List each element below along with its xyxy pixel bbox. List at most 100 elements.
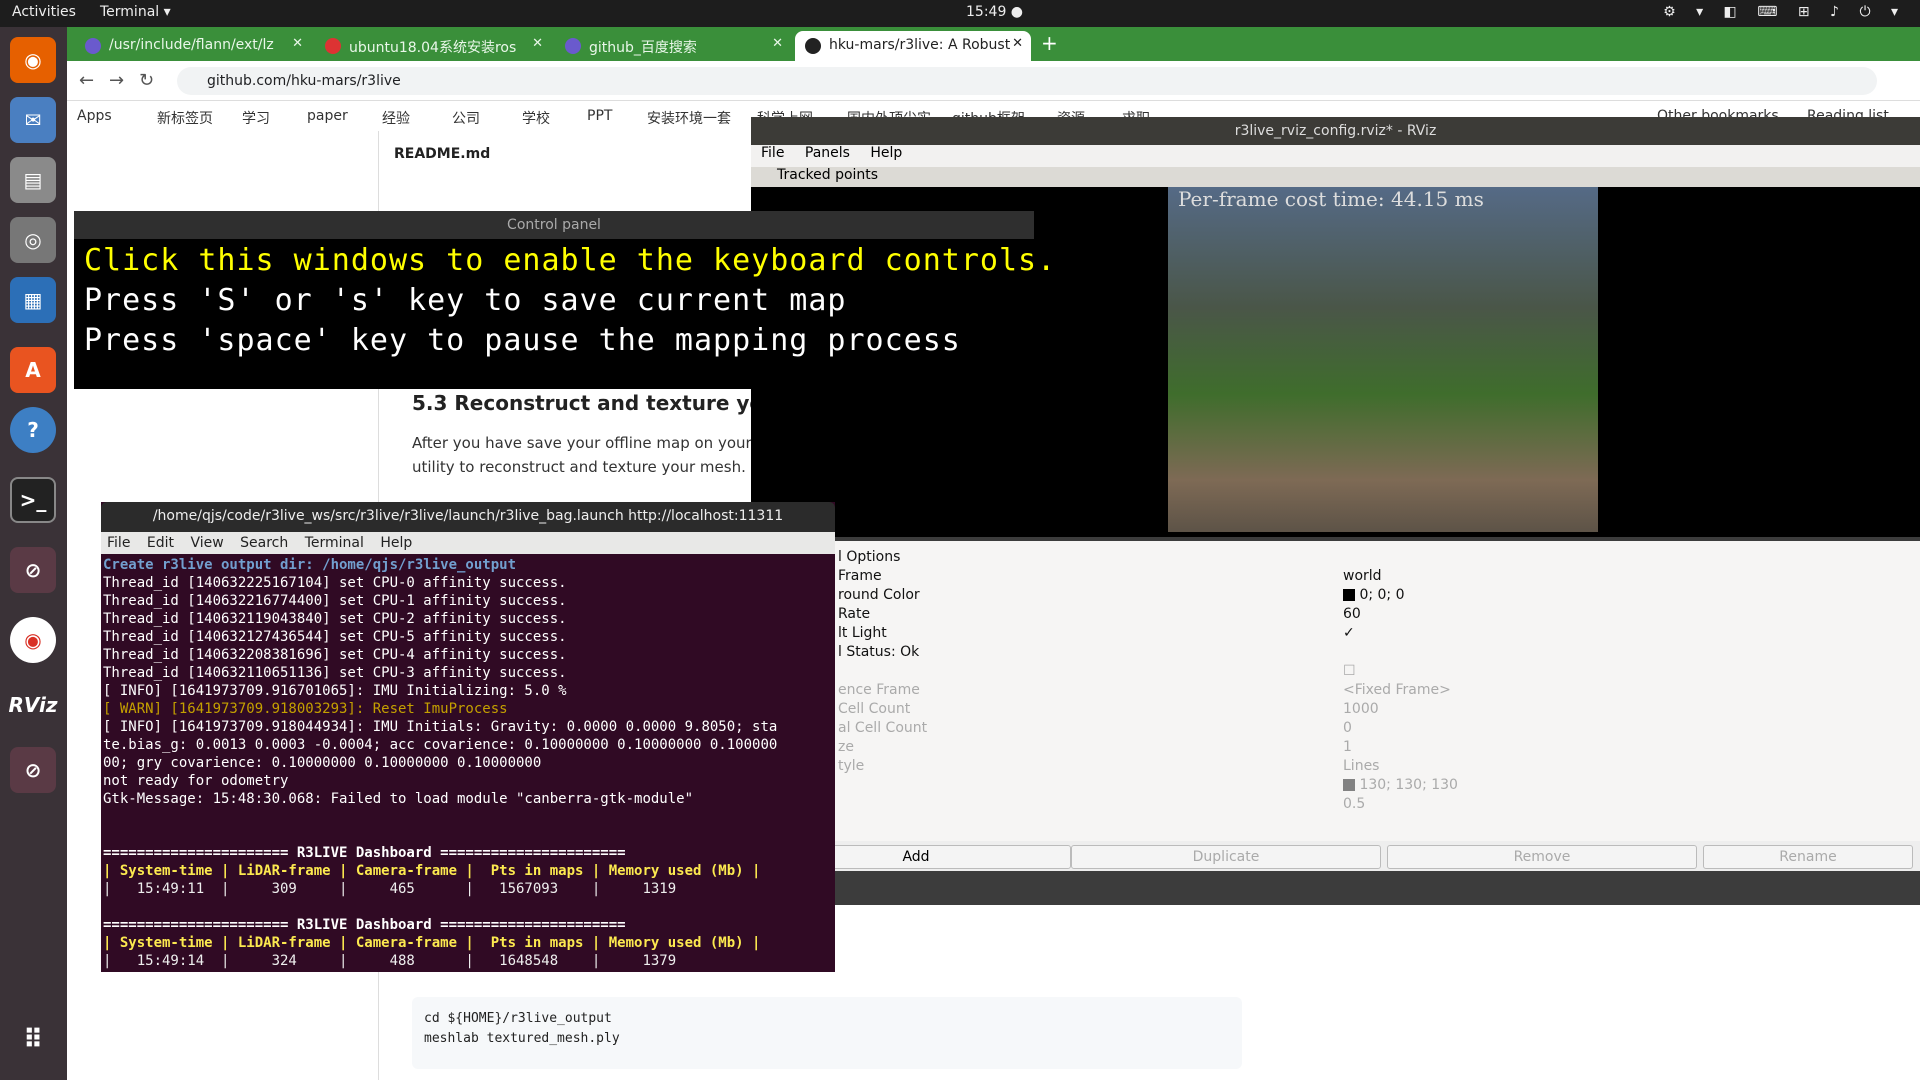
prop-label: round Color	[838, 587, 920, 603]
system-tray[interactable]: ⚙ ▾ ◧ ⌨ ⊞ ♪ ⏻ ▾	[1663, 4, 1906, 20]
menu-terminal[interactable]: Terminal	[305, 535, 364, 551]
bookmark-folder[interactable]: 学校	[522, 108, 550, 128]
writer-icon[interactable]: ▦	[10, 277, 56, 323]
github-favicon-icon	[805, 38, 821, 54]
terminal-line: ====================== R3LIVE Dashboard …	[103, 917, 626, 933]
terminal-line: Create r3live output dir: /home/qjs/r3li…	[103, 557, 517, 573]
menu-edit[interactable]: Edit	[147, 535, 174, 551]
terminal-icon[interactable]: >_	[10, 477, 56, 523]
cost-time-overlay: Per-frame cost time: 44.15 ms	[1178, 187, 1484, 211]
camera-image	[1168, 187, 1598, 532]
baidu-favicon-icon	[85, 38, 101, 54]
tab-github-baidu[interactable]: github_百度搜索 ✕	[555, 31, 791, 61]
remove-button[interactable]: Remove	[1387, 845, 1697, 869]
terminal-titlebar[interactable]: /home/qjs/code/r3live_ws/src/r3live/r3li…	[101, 502, 835, 532]
prop-value[interactable]: world	[1343, 568, 1382, 584]
back-icon[interactable]: ←	[79, 70, 94, 91]
terminal-window[interactable]: /home/qjs/code/r3live_ws/src/r3live/r3li…	[101, 502, 835, 972]
blocked-app-icon-2[interactable]: ⊘	[10, 747, 56, 793]
menu-file[interactable]: File	[107, 535, 130, 551]
address-bar[interactable]: github.com/hku-mars/r3live	[177, 67, 1877, 95]
clock[interactable]: 15:49 ●	[966, 4, 1023, 20]
code-line: meshlab textured_mesh.ply	[424, 1031, 620, 1046]
tab-flann[interactable]: /usr/include/flann/ext/lz ✕	[75, 31, 311, 61]
tab-strip: /usr/include/flann/ext/lz ✕ ubuntu18.04系统…	[67, 27, 1920, 61]
prop-label: ze	[838, 739, 854, 755]
reload-icon[interactable]: ↻	[139, 70, 154, 91]
prop-label: Rate	[838, 606, 871, 622]
instruction-line: Click this windows to enable the keyboar…	[84, 243, 1057, 278]
bookmark-newtab[interactable]: 新标签页	[157, 108, 213, 128]
control-panel-titlebar[interactable]: Control panel	[74, 211, 1034, 239]
software-icon[interactable]: A	[10, 347, 56, 393]
tracked-points-panel[interactable]: Tracked points	[751, 167, 1920, 187]
help-icon[interactable]: ?	[10, 407, 56, 453]
displays-property-tree[interactable]: l Options Frame world round Color 0; 0; …	[751, 541, 1920, 841]
prop-label: al Cell Count	[838, 720, 928, 736]
new-tab-button[interactable]: +	[1041, 31, 1058, 55]
close-icon[interactable]: ✕	[772, 36, 783, 51]
tab-r3live[interactable]: hku-mars/r3live: A Robust ✕	[795, 31, 1031, 61]
bookmark-folder[interactable]: 安装环境一套	[647, 108, 731, 128]
terminal-menubar: File Edit View Search Terminal Help	[101, 532, 835, 554]
show-apps-icon[interactable]: ⠿	[10, 1017, 56, 1063]
terminal-line: [ INFO] [1641973709.918044934]: IMU Init…	[103, 719, 778, 735]
close-icon[interactable]: ✕	[532, 36, 543, 51]
terminal-line: [ INFO] [1641973709.916701065]: IMU Init…	[103, 683, 567, 699]
prop-value[interactable]: <Fixed Frame>	[1343, 682, 1451, 698]
prop-value[interactable]: 0	[1343, 720, 1352, 736]
tab-ubuntu-ros[interactable]: ubuntu18.04系统安装ros ✕	[315, 31, 551, 61]
prop-value[interactable]: 130; 130; 130	[1343, 777, 1458, 793]
terminal-line: | System-time | LiDAR-frame | Camera-fra…	[103, 935, 761, 951]
checkbox[interactable]: ☐	[1343, 663, 1356, 679]
files-icon[interactable]: ▤	[10, 157, 56, 203]
close-icon[interactable]: ✕	[292, 36, 303, 51]
chrome-icon[interactable]: ◉	[10, 617, 56, 663]
checkbox[interactable]: ✓	[1343, 625, 1355, 641]
prop-value[interactable]: 60	[1343, 606, 1361, 622]
terminal-output[interactable]: Create r3live output dir: /home/qjs/r3li…	[103, 556, 833, 970]
bookmark-folder[interactable]: 公司	[452, 108, 480, 128]
speaker-icon[interactable]: ◎	[10, 217, 56, 263]
rviz-icon[interactable]: RViz	[8, 682, 58, 728]
bookmark-apps[interactable]: Apps	[77, 108, 112, 124]
bookmark-folder[interactable]: paper	[307, 108, 348, 124]
menu-help[interactable]: Help	[380, 535, 412, 551]
prop-value[interactable]: 0.5	[1343, 796, 1365, 812]
bookmark-folder[interactable]: 学习	[242, 108, 270, 128]
app-menu[interactable]: Terminal ▾	[100, 4, 171, 20]
menu-view[interactable]: View	[190, 535, 223, 551]
rename-button[interactable]: Rename	[1703, 845, 1913, 869]
prop-value[interactable]: 0; 0; 0	[1343, 587, 1405, 603]
control-panel-window[interactable]: Control panel Click this windows to enab…	[74, 211, 1055, 389]
prop-value[interactable]: 1	[1343, 739, 1352, 755]
menu-help[interactable]: Help	[870, 145, 902, 161]
duplicate-button[interactable]: Duplicate	[1071, 845, 1381, 869]
color-swatch-icon	[1343, 589, 1355, 601]
close-icon[interactable]: ✕	[1012, 36, 1023, 51]
menu-panels[interactable]: Panels	[805, 145, 850, 161]
menu-file[interactable]: File	[761, 145, 784, 161]
prop-value[interactable]: 1000	[1343, 701, 1379, 717]
readme-title[interactable]: README.md	[394, 146, 490, 162]
terminal-line: not ready for odometry	[103, 773, 289, 789]
prop-label: tyle	[838, 758, 865, 774]
menu-search[interactable]: Search	[240, 535, 288, 551]
bookmark-folder[interactable]: PPT	[587, 108, 612, 124]
rviz-titlebar[interactable]: r3live_rviz_config.rviz* - RViz	[751, 117, 1920, 145]
activities-button[interactable]: Activities	[12, 4, 76, 20]
prop-label: ence Frame	[838, 682, 920, 698]
firefox-icon[interactable]: ◉	[10, 37, 56, 83]
terminal-line: | System-time | LiDAR-frame | Camera-fra…	[103, 863, 761, 879]
prop-label: lt Light	[838, 625, 887, 641]
terminal-line: Thread_id [140632225167104] set CPU-0 af…	[103, 575, 567, 591]
bookmark-folder[interactable]: 经验	[382, 108, 410, 128]
prop-value[interactable]: Lines	[1343, 758, 1379, 774]
mail-icon[interactable]: ✉	[10, 97, 56, 143]
blocked-app-icon[interactable]: ⊘	[10, 547, 56, 593]
prop-label: l Options	[838, 549, 901, 565]
forward-icon[interactable]: →	[109, 70, 124, 91]
color-swatch-icon	[1343, 779, 1355, 791]
nav-bar: ← → ↻ github.com/hku-mars/r3live	[67, 61, 1920, 101]
